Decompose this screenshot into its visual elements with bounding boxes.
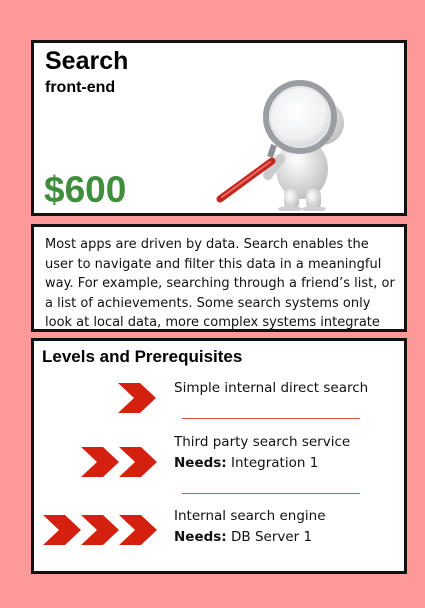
level-2-chevron-icon: [81, 447, 157, 477]
level-2-needs: Needs: Integration 1: [174, 455, 318, 471]
needs-label: Needs:: [174, 455, 227, 471]
level-1-chevron-icon: [118, 383, 156, 413]
card-header-panel: Search front-end $600: [31, 40, 407, 216]
description-panel: Most apps are driven by data. Search ena…: [31, 224, 407, 332]
needs-value: DB Server 1: [231, 529, 313, 545]
level-3-chevron-icon: [43, 515, 157, 545]
level-3-needs: Needs: DB Server 1: [174, 529, 312, 545]
levels-panel: Levels and Prerequisites Simple internal…: [31, 338, 407, 574]
level-divider: [182, 418, 360, 419]
card-price: $600: [44, 169, 127, 210]
level-1-name: Simple internal direct search: [174, 380, 369, 396]
level-3-name: Internal search engine: [174, 508, 326, 524]
card-subtitle: front-end: [45, 79, 116, 96]
level-divider: [182, 493, 360, 494]
levels-title: Levels and Prerequisites: [42, 347, 243, 366]
needs-value: Integration 1: [231, 455, 319, 471]
magnifying-glass-figure-icon: [216, 80, 344, 211]
needs-label: Needs:: [174, 529, 227, 545]
level-2-name: Third party search service: [174, 434, 351, 450]
card-title: Search: [45, 47, 129, 75]
description-text: Most apps are driven by data. Search ena…: [45, 237, 395, 330]
